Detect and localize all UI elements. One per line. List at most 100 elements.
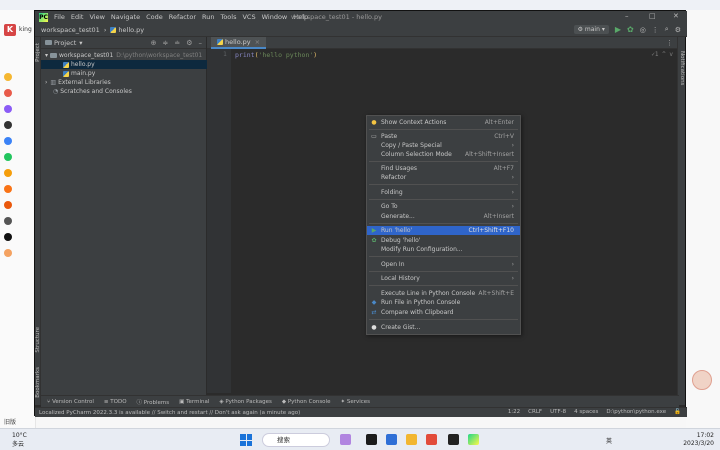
breadcrumb-file[interactable]: hello.py (118, 26, 144, 34)
interpreter[interactable]: D:\python\python.exe (606, 409, 666, 415)
menu-item-open-in[interactable]: Open In › (367, 260, 520, 269)
gear-icon[interactable]: ⚙ (186, 39, 192, 47)
sidebar-item[interactable] (4, 168, 34, 178)
close-icon[interactable]: × (255, 38, 260, 46)
menu-item-execute-line[interactable]: Execute Line in Python Console Alt+Shift+… (367, 289, 520, 298)
weather-temp: 10°C (12, 432, 27, 439)
avatar[interactable] (692, 370, 712, 390)
clock[interactable]: 17:02 2023/3/20 (683, 432, 714, 448)
chevron-down-icon[interactable]: ▾ (79, 39, 82, 47)
edge-icon[interactable] (386, 434, 397, 445)
menu-item-create-gist[interactable]: ● Create Gist... (367, 323, 520, 332)
tree-item-project-root[interactable]: ▾ workspace_test01 D:\python\workspace_t… (41, 51, 207, 60)
menu-refactor[interactable]: Refactor (169, 13, 196, 21)
menu-vcs[interactable]: VCS (242, 13, 255, 21)
sidebar-item[interactable] (4, 232, 34, 242)
menu-file[interactable]: File (54, 13, 65, 21)
sidebar-item[interactable] (4, 152, 34, 162)
tool-terminal[interactable]: ▣ Terminal (179, 399, 209, 405)
minimize-icon[interactable]: – (625, 12, 629, 20)
file-encoding[interactable]: UTF-8 (550, 409, 566, 415)
sidebar-item[interactable] (4, 184, 34, 194)
menu-navigate[interactable]: Navigate (111, 13, 140, 21)
menu-item-generate[interactable]: Generate... Alt+Insert (367, 212, 520, 221)
menu-item-show-context-actions[interactable]: ● Show Context Actions Alt+Enter (367, 118, 520, 127)
tree-item-external-libraries[interactable]: › ▥ External Libraries (41, 78, 207, 87)
lock-icon[interactable]: 🔓 (674, 409, 681, 415)
coverage-icon[interactable]: ◎ (640, 26, 646, 34)
caret-position[interactable]: 1:22 (508, 409, 520, 415)
more-icon[interactable]: ⋮ (652, 26, 659, 34)
menu-item-go-to[interactable]: Go To › (367, 202, 520, 211)
menu-item-compare-clipboard[interactable]: ⇄ Compare with Clipboard (367, 308, 520, 317)
menu-item-find-usages[interactable]: Find Usages Alt+F7 (367, 164, 520, 173)
task-view-icon[interactable] (366, 434, 377, 445)
notifications-tool-button[interactable]: Notifications (679, 51, 685, 85)
hide-icon[interactable]: – (199, 39, 203, 47)
search-icon[interactable]: ⌕ (665, 25, 669, 34)
menu-item-copy-paste-special[interactable]: Copy / Paste Special › (367, 141, 520, 150)
project-panel-title[interactable]: Project (54, 39, 76, 47)
menu-item-local-history[interactable]: Local History › (367, 274, 520, 283)
menu-item-modify-run-config[interactable]: Modify Run Configuration... (367, 245, 520, 254)
expand-icon[interactable]: ≑ (162, 39, 168, 47)
sidebar-item[interactable] (4, 200, 34, 210)
sidebar-item[interactable] (4, 248, 34, 258)
menu-view[interactable]: View (89, 13, 104, 21)
menu-item-refactor[interactable]: Refactor › (367, 173, 520, 182)
more-icon[interactable]: ⋮ (666, 39, 673, 47)
menu-item-run-hello[interactable]: ▶ Run 'hello' Ctrl+Shift+F10 (367, 226, 520, 235)
taskbar-search[interactable]: 搜索 (262, 433, 330, 447)
collapse-icon[interactable]: ≐ (174, 39, 180, 47)
run-config-selector[interactable]: ⚙ main ▾ (573, 25, 609, 34)
menu-tools[interactable]: Tools (220, 13, 236, 21)
dot-icon (4, 121, 12, 129)
sidebar-item[interactable] (4, 120, 34, 130)
menu-item-run-file-console[interactable]: ◆ Run File in Python Console (367, 298, 520, 307)
tool-todo[interactable]: ≡ TODO (104, 399, 127, 405)
weather-widget[interactable]: 10°C 多云 (12, 432, 27, 448)
menu-code[interactable]: Code (146, 13, 163, 21)
tree-item-scratches[interactable]: ◔ Scratches and Consoles (41, 87, 207, 96)
menu-item-debug-hello[interactable]: ✿ Debug 'hello' (367, 236, 520, 245)
debug-icon[interactable]: ✿ (627, 25, 634, 34)
windows-start-icon[interactable] (240, 434, 252, 446)
pycharm-icon[interactable] (468, 434, 479, 445)
tool-services[interactable]: ✦ Services (340, 399, 370, 405)
line-separator[interactable]: CRLF (528, 409, 542, 415)
close-icon[interactable]: ✕ (673, 12, 679, 20)
chrome-icon[interactable] (426, 434, 437, 445)
settings-icon[interactable]: ⚙ (675, 26, 681, 34)
sidebar-item[interactable] (4, 88, 34, 98)
menu-item-paste[interactable]: ▭ Paste Ctrl+V (367, 132, 520, 141)
python-file-icon (63, 61, 69, 68)
sidebar-item[interactable] (4, 216, 34, 226)
app-icon[interactable] (340, 434, 351, 445)
sidebar-item[interactable] (4, 72, 34, 82)
inspection-widget[interactable]: ✓1 ^ v (651, 51, 673, 58)
run-icon[interactable]: ▶ (615, 25, 621, 34)
input-language[interactable]: 英 (606, 436, 612, 445)
menu-edit[interactable]: Edit (71, 13, 84, 21)
maximize-icon[interactable]: □ (649, 12, 656, 20)
sidebar-footer[interactable]: 旧版 (4, 416, 34, 426)
terminal-icon[interactable] (448, 434, 459, 445)
tab-hello-py[interactable]: hello.py × (211, 37, 267, 49)
menu-item-folding[interactable]: Folding › (367, 188, 520, 197)
locate-icon[interactable]: ⊕ (151, 39, 157, 47)
status-message[interactable]: Localized PyCharm 2022.3.3 is available … (39, 410, 300, 416)
folder-icon[interactable] (406, 434, 417, 445)
sidebar-item[interactable] (4, 136, 34, 146)
tool-version-control[interactable]: ⑂ Version Control (47, 399, 94, 405)
breadcrumb-project[interactable]: workspace_test01 (41, 26, 100, 34)
menu-run[interactable]: Run (202, 13, 214, 21)
menu-window[interactable]: Window (262, 13, 288, 21)
tree-item-main-py[interactable]: main.py (41, 69, 207, 78)
tree-item-hello-py[interactable]: hello.py (41, 60, 207, 69)
sidebar-item[interactable] (4, 104, 34, 114)
tool-problems[interactable]: ⓘ Problems (137, 398, 170, 406)
tool-python-packages[interactable]: ◈ Python Packages (219, 399, 271, 405)
tool-python-console[interactable]: ◆ Python Console (282, 399, 331, 405)
menu-item-column-selection[interactable]: Column Selection Mode Alt+Shift+Insert (367, 150, 520, 159)
indent-setting[interactable]: 4 spaces (574, 409, 598, 415)
